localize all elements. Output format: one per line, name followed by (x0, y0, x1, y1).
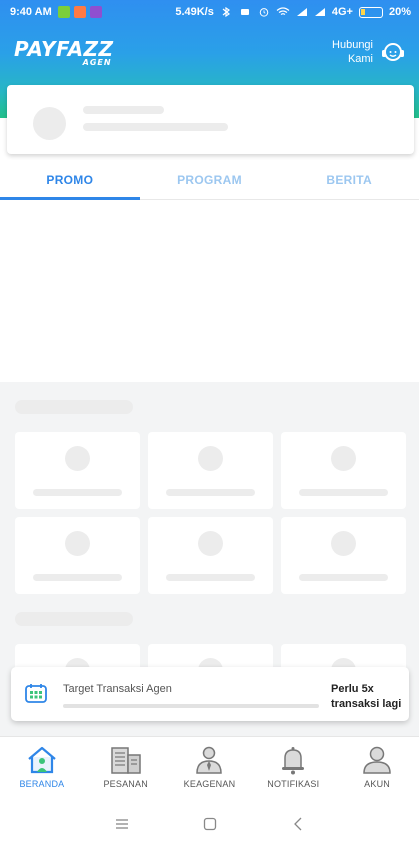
nav-notifikasi[interactable]: NOTIFIKASI (251, 737, 335, 800)
name-placeholder (83, 106, 164, 114)
nav-label: KEAGENAN (183, 779, 236, 789)
system-back-button[interactable] (254, 817, 342, 831)
service-card-placeholder (148, 517, 273, 594)
section-title-placeholder (15, 400, 133, 414)
tab-program[interactable]: PROGRAM (140, 160, 280, 199)
vibrate-icon (240, 9, 249, 15)
back-icon (293, 817, 301, 831)
agent-profile-card[interactable] (7, 85, 414, 154)
agent-icon (196, 746, 223, 774)
status-bar: 9:40 AM 5.49K/s 4G+ 20% (0, 0, 419, 24)
service-card-placeholder (281, 517, 406, 594)
tab-berita[interactable]: BERITA (279, 160, 419, 199)
app-notification-icon (73, 6, 86, 18)
service-card-placeholder (15, 517, 140, 594)
contact-us-label: Hubungi Kami (332, 38, 373, 66)
music-icon (89, 6, 102, 18)
bottom-navigation: BERANDA PESANAN KEAGENAN NOTIFIKASI AKUN (0, 736, 419, 800)
agent-target-banner[interactable]: Target Transaksi Agen Perlu 5x transaksi… (11, 667, 409, 721)
network-speed: 5.49K/s (175, 6, 214, 18)
contact-line-1: Hubungi (332, 39, 373, 51)
avatar-placeholder (33, 107, 66, 140)
nav-label: BERANDA (19, 779, 65, 789)
home-icon (28, 746, 56, 774)
brand-name: PAYFAZZ (14, 37, 114, 61)
tab-promo[interactable]: PROMO (0, 160, 140, 200)
network-type: 4G+ (331, 6, 353, 18)
target-remaining-line-2: transaksi lagi (331, 698, 402, 710)
calendar-icon (25, 684, 47, 703)
target-progress-bar (63, 704, 319, 708)
service-card-placeholder (281, 432, 406, 509)
contact-us-button[interactable]: Hubungi Kami (332, 38, 407, 66)
app-notification-icon (57, 6, 70, 18)
nav-keagenan[interactable]: KEAGENAN (168, 737, 252, 800)
service-card-placeholder (15, 432, 140, 509)
square-icon (203, 817, 216, 831)
target-remaining-line-1: Perlu 5x (331, 683, 374, 695)
target-title: Target Transaksi Agen (63, 683, 172, 695)
service-card-placeholder (148, 432, 273, 509)
nav-beranda[interactable]: BERANDA (0, 737, 84, 800)
menu-icon (115, 819, 128, 829)
bell-icon (282, 747, 305, 775)
bluetooth-icon (222, 7, 230, 17)
detail-placeholder (83, 123, 228, 131)
nav-label: NOTIFIKASI (267, 779, 320, 789)
nav-label: PESANAN (103, 779, 148, 789)
alarm-icon (259, 8, 269, 17)
target-remaining: Perlu 5x transaksi lagi (331, 682, 401, 712)
battery-icon (358, 6, 383, 18)
section-title-placeholder (15, 612, 133, 626)
signal-icon (296, 8, 307, 16)
wifi-icon (276, 7, 290, 15)
system-menu-button[interactable] (78, 818, 166, 830)
content-tabs: PROMO PROGRAM BERITA (0, 160, 419, 200)
status-time: 9:40 AM (10, 6, 52, 18)
system-home-button[interactable] (166, 817, 254, 831)
signal-icon (314, 8, 325, 16)
headset-icon (382, 43, 404, 61)
contact-line-2: Kami (347, 53, 373, 65)
nav-pesanan[interactable]: PESANAN (84, 737, 168, 800)
building-icon (110, 747, 141, 774)
system-navigation-bar (0, 800, 419, 848)
payfazz-logo: PAYFAZZ AGEN (14, 38, 114, 67)
nav-akun[interactable]: AKUN (335, 737, 419, 800)
nav-label: AKUN (364, 779, 390, 789)
user-icon (363, 746, 391, 774)
battery-level: 20% (388, 6, 411, 18)
